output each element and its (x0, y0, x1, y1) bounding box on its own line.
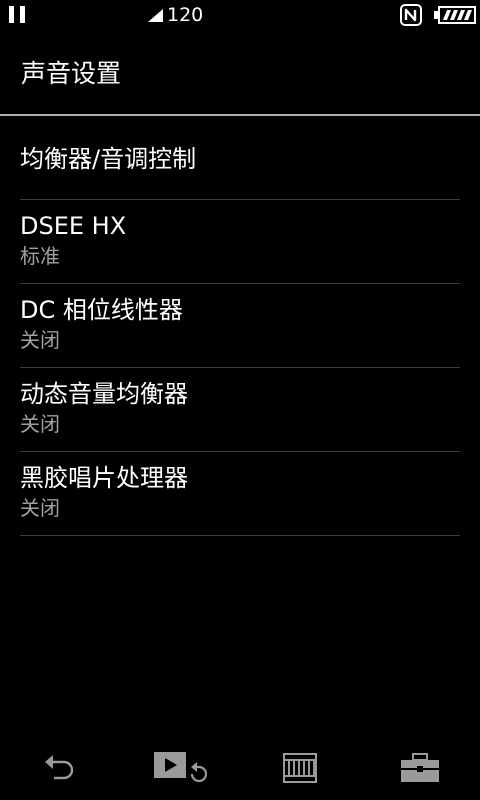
back-icon (45, 755, 74, 780)
page-title: 声音设置 (21, 59, 122, 88)
setting-value: 关闭 (20, 412, 60, 436)
setting-label: DC 相位线性器 (20, 296, 183, 324)
setting-value: 关闭 (20, 496, 60, 520)
setting-vinyl-processor[interactable]: 黑胶唱片处理器 关闭 (20, 452, 460, 536)
now-playing-icon (154, 752, 208, 783)
back-button[interactable] (20, 740, 100, 796)
setting-dc-phase-linearizer[interactable]: DC 相位线性器 关闭 (20, 284, 460, 368)
volume-indicator: 120 (148, 3, 203, 27)
toolbox-icon (401, 753, 439, 782)
setting-label: 均衡器/音调控制 (20, 145, 197, 173)
setting-equalizer[interactable]: 均衡器/音调控制 (20, 116, 460, 200)
setting-value: 标准 (20, 244, 60, 268)
settings-list: 均衡器/音调控制 DSEE HX 标准 DC 相位线性器 关闭 动态音量均衡器 … (20, 116, 460, 536)
now-playing-button[interactable] (140, 740, 220, 796)
library-icon (283, 753, 317, 783)
status-bar: 120 (0, 0, 480, 30)
bottom-bar (0, 740, 480, 800)
setting-label: 黑胶唱片处理器 (20, 464, 188, 492)
setting-dynamic-normalizer[interactable]: 动态音量均衡器 关闭 (20, 368, 460, 452)
toolbox-button[interactable] (380, 740, 460, 796)
library-button[interactable] (260, 740, 340, 796)
setting-dsee-hx[interactable]: DSEE HX 标准 (20, 200, 460, 284)
signal-icon (148, 9, 163, 22)
setting-value: 关闭 (20, 328, 60, 352)
volume-value: 120 (167, 4, 204, 26)
battery-icon (434, 6, 476, 24)
pause-icon[interactable] (9, 6, 27, 24)
setting-label: 动态音量均衡器 (20, 380, 188, 408)
nfc-icon (400, 4, 422, 26)
setting-label: DSEE HX (20, 212, 127, 240)
